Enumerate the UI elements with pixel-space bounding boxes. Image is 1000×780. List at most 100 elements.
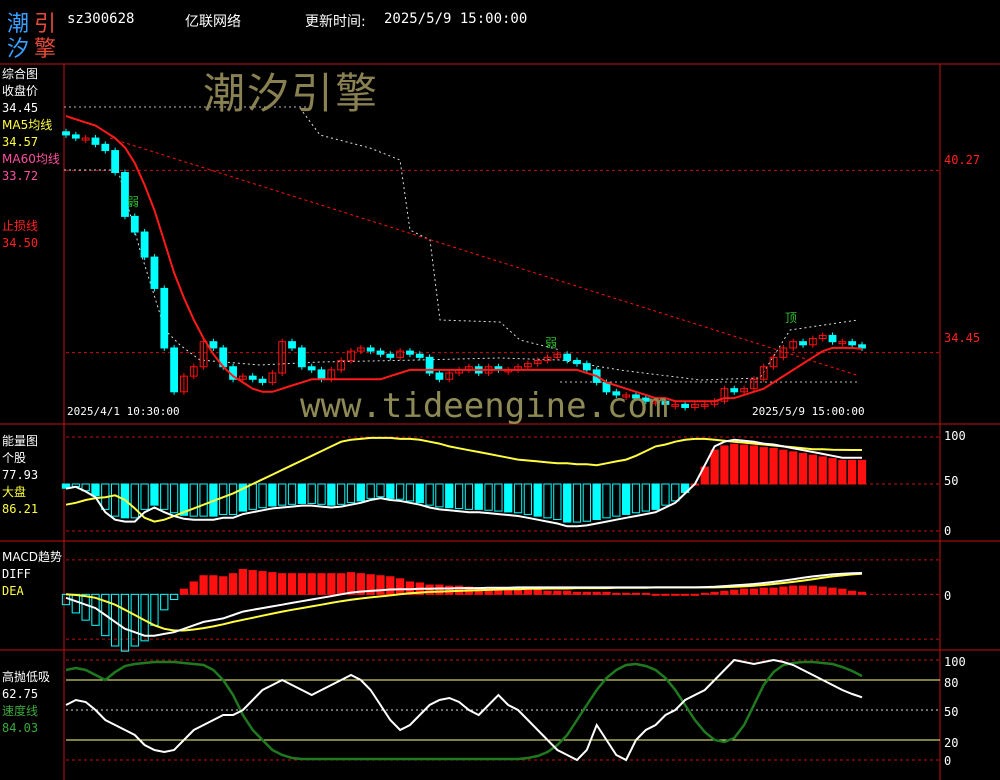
stock-value: 77.93 — [2, 468, 39, 482]
energy-bar — [248, 483, 257, 510]
energy-bar — [317, 483, 326, 505]
macd-bar — [848, 590, 857, 595]
macd-bar — [700, 592, 709, 595]
energy-bar — [838, 459, 847, 485]
macd-bar — [287, 573, 297, 595]
macd-bar — [720, 590, 729, 595]
macd-bar — [130, 593, 139, 647]
ma5-label: MA5均线 — [2, 118, 53, 132]
end-time-label: 2025/5/9 15:00:00 — [752, 405, 865, 418]
macd-bar — [248, 570, 257, 595]
close-label: 收盘价 — [2, 84, 39, 98]
candle-down — [828, 334, 837, 343]
candle-down — [209, 341, 218, 349]
energy-bar — [140, 483, 149, 510]
energy-bar — [759, 447, 768, 485]
macd-bar — [435, 584, 444, 595]
energy-axis-0: 0 — [944, 524, 952, 538]
macd-bar — [563, 590, 572, 595]
energy-panel-plot — [61, 436, 940, 532]
close-value: 34.45 — [2, 101, 39, 115]
candle-down — [160, 287, 169, 349]
macd-bar — [612, 592, 621, 595]
energy-bar — [798, 453, 808, 485]
hl-axis-20: 20 — [944, 736, 959, 750]
macd-bar — [622, 592, 631, 595]
energy-bar — [661, 483, 670, 506]
macd-bar — [730, 589, 739, 595]
candle-down — [386, 353, 395, 358]
ma5-value: 34.57 — [2, 135, 39, 149]
energy-bar — [504, 483, 513, 513]
macd-bar — [828, 587, 837, 595]
energy-bar — [651, 483, 660, 510]
macd-bar — [533, 589, 542, 595]
candle-down — [415, 353, 424, 358]
macd-bar — [769, 587, 778, 595]
macd-bar — [81, 593, 90, 621]
macd-bar — [307, 573, 316, 595]
energy-bar — [356, 483, 365, 502]
annotation-weak-1: 弱 — [127, 195, 140, 209]
macd-bar — [602, 591, 611, 595]
candle-down — [248, 375, 257, 380]
start-time-label: 2025/4/1 10:30:00 — [67, 405, 180, 418]
stop-label: 止损线 — [2, 219, 39, 233]
energy-bar — [464, 483, 474, 510]
url-watermark: www.tideengine.com — [300, 386, 669, 426]
macd-title: MACD趋势 — [2, 550, 62, 564]
energy-bar — [445, 483, 454, 509]
dea-label: DEA — [2, 584, 24, 598]
highlow-panel-plot — [65, 658, 940, 762]
macd-bar — [189, 581, 198, 595]
energy-bar — [130, 483, 139, 519]
ma60-label: MA60均线 — [2, 152, 60, 166]
macd-bar — [219, 576, 228, 595]
candle-down — [297, 347, 306, 368]
speed-value: 84.03 — [2, 721, 39, 735]
candle-down — [406, 350, 414, 355]
energy-axis-100: 100 — [944, 429, 966, 443]
candle-down — [376, 350, 385, 355]
energy-bar — [671, 483, 680, 502]
candle-down — [435, 372, 444, 380]
macd-bar — [297, 573, 306, 595]
energy-bar — [789, 451, 798, 485]
energy-bar — [572, 483, 582, 523]
main-axis-label-close: 34.45 — [944, 331, 981, 345]
energy-bar — [553, 483, 562, 521]
energy-bar — [219, 483, 228, 515]
energy-bar — [425, 483, 434, 506]
macd-bar — [808, 585, 818, 595]
macd-bar — [818, 586, 827, 595]
energy-bar — [435, 483, 444, 508]
hl-axis-0: 0 — [944, 754, 952, 768]
macd-bar — [641, 592, 650, 595]
candle-down — [91, 137, 100, 145]
upper-band-line — [299, 107, 561, 351]
macd-bar — [592, 591, 601, 595]
hl-axis-80: 80 — [944, 676, 959, 690]
macd-bar — [690, 593, 700, 596]
macd-bar — [317, 573, 326, 595]
energy-bar — [258, 483, 267, 509]
energy-title: 能量图 — [2, 434, 39, 448]
macd-bar — [523, 589, 533, 595]
candle-down — [799, 341, 807, 346]
energy-bar — [808, 454, 818, 485]
energy-bar — [297, 483, 306, 504]
macd-bar — [169, 593, 179, 600]
energy-bar — [739, 444, 749, 485]
macd-bar — [553, 590, 562, 595]
energy-bar — [454, 483, 464, 510]
macd-bar — [160, 593, 169, 611]
energy-bar — [395, 483, 405, 500]
candle-down — [730, 388, 739, 393]
energy-bar — [337, 483, 346, 505]
macd-bar — [238, 569, 248, 595]
energy-bar — [376, 483, 385, 498]
macd-axis-0: 0 — [944, 589, 952, 603]
macd-bar — [268, 572, 277, 595]
annotation-top: 顶 — [785, 311, 798, 325]
energy-bar — [513, 483, 523, 514]
